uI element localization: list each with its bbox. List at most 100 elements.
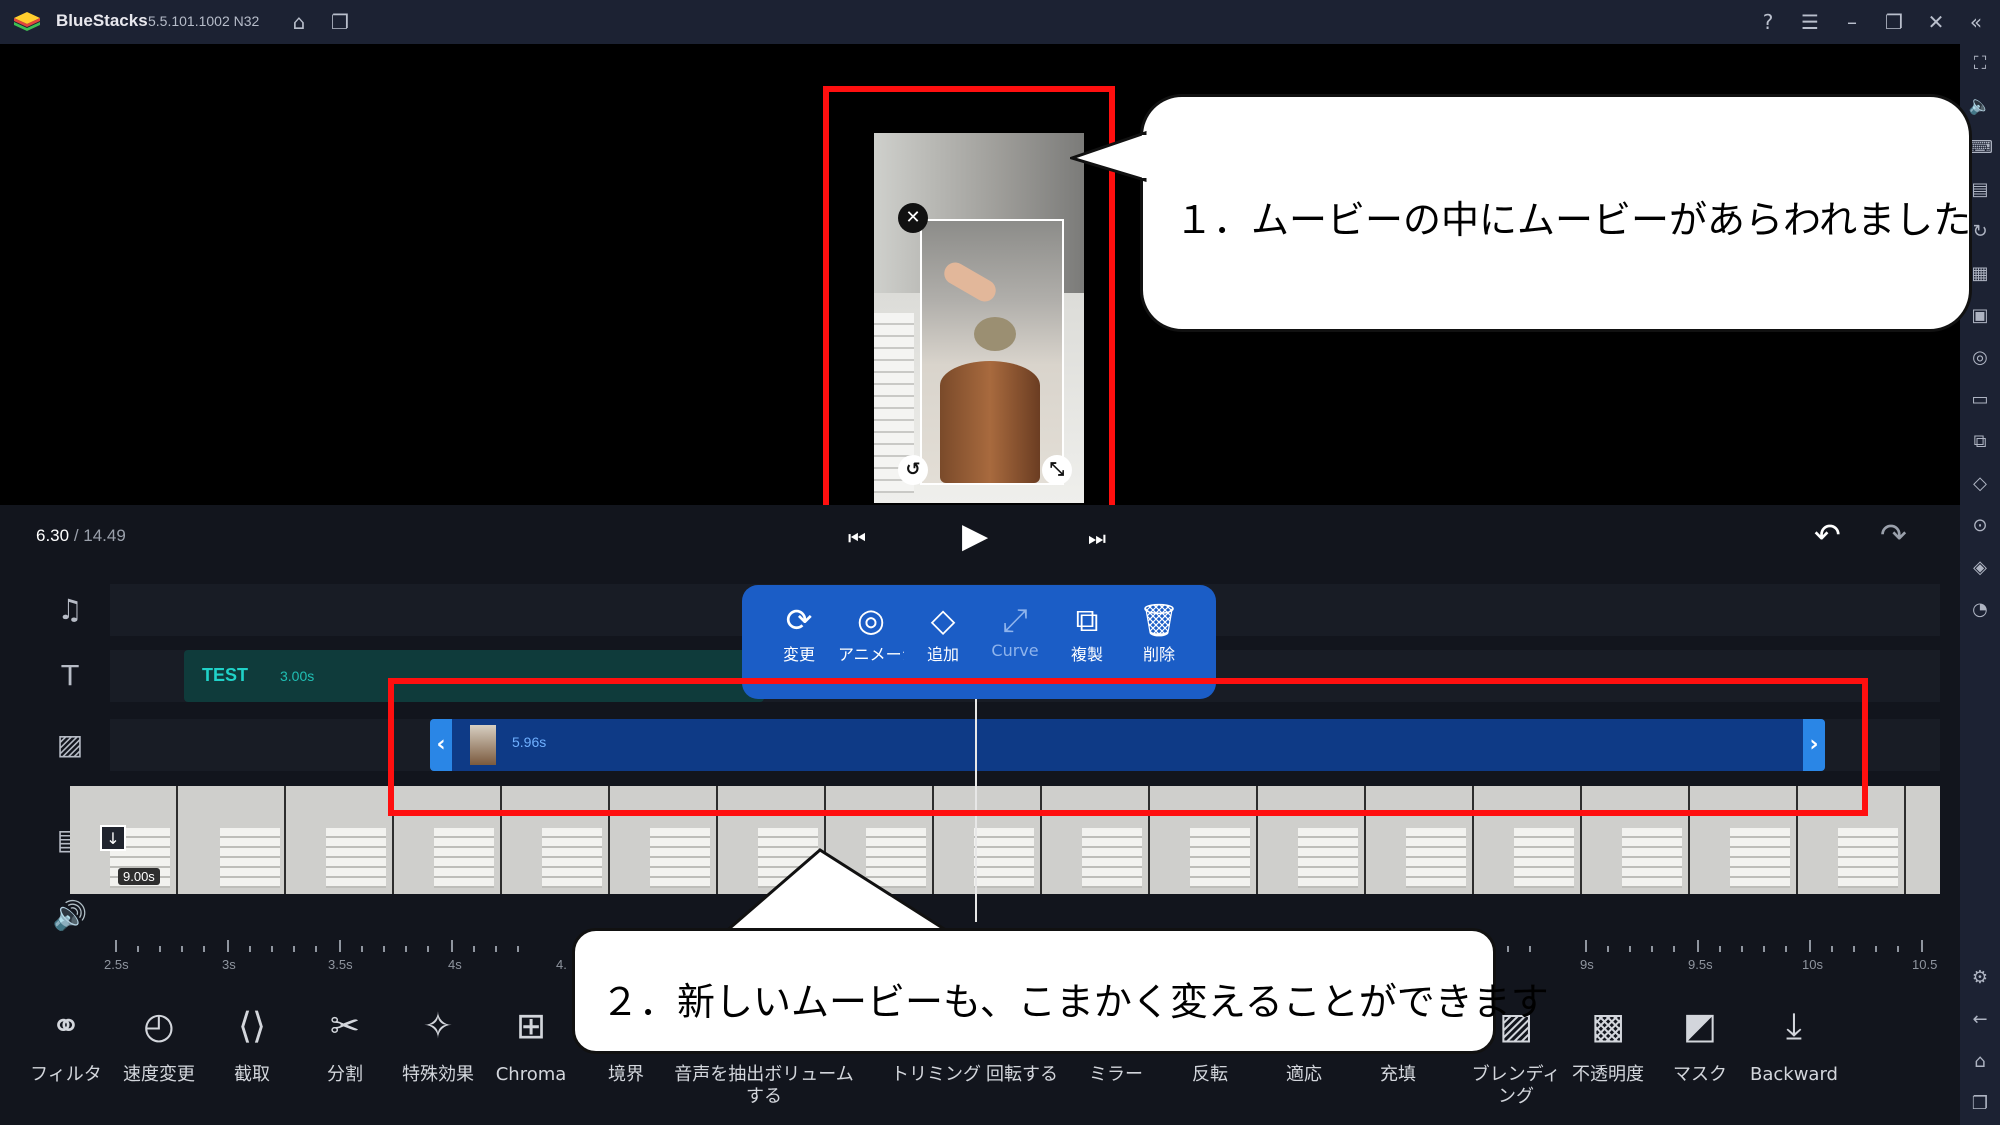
add-text-icon[interactable]: T xyxy=(50,656,90,696)
ruler-label: 4s xyxy=(448,957,462,972)
screenshot-icon[interactable]: ◎ xyxy=(1966,344,1994,372)
apk-icon[interactable]: ▣ xyxy=(1966,302,1994,330)
ruler-label: 2.5s xyxy=(104,957,129,972)
redo-icon[interactable]: ↷ xyxy=(1880,516,1907,554)
callout-bottom: ２．新しいムービーも、こまかく変えることができます xyxy=(572,928,1549,1054)
ruler-label: 3.5s xyxy=(328,957,353,972)
back-icon[interactable]: ← xyxy=(1966,1006,1994,1034)
sparkle-icon: ✧ xyxy=(422,1006,454,1047)
fill-label: 充填 xyxy=(1380,1064,1416,1085)
scissors-icon: ✂ xyxy=(329,1006,361,1047)
opacity-button[interactable]: ▩ 不透明度 xyxy=(1560,1002,1656,1086)
add-keyframe-button[interactable]: ◇ 追加 xyxy=(910,599,976,665)
split-label: 分割 xyxy=(327,1064,363,1085)
speed-label: 速度変更 xyxy=(123,1064,195,1085)
duplicate-icon: ⧉ xyxy=(1075,601,1099,639)
replace-button[interactable]: ⟳ 変更 xyxy=(766,599,832,665)
callout-bottom-text: ２．新しいムービーも、こまかく変えることができます xyxy=(601,980,1549,1024)
collapse-sidebar-icon[interactable]: « xyxy=(1962,8,1990,36)
duplicate-label: 複製 xyxy=(1070,645,1103,664)
mask-button[interactable]: ◩ マスク xyxy=(1654,1002,1746,1086)
add-keyframe-icon: ◇ xyxy=(930,601,956,639)
close-icon[interactable]: ✕ xyxy=(1922,8,1950,36)
multi-instance-icon[interactable]: ❐ xyxy=(326,8,354,36)
eraser-icon[interactable]: ◇ xyxy=(1966,470,1994,498)
add-music-icon[interactable]: ♫ xyxy=(50,590,90,630)
delete-label: 削除 xyxy=(1142,645,1175,664)
download-icon[interactable]: ↓ xyxy=(100,825,126,851)
opacity-icon: ▩ xyxy=(1590,1006,1625,1047)
curve-button[interactable]: ⤢ Curve xyxy=(982,599,1048,660)
android-home-icon[interactable]: ⌂ xyxy=(1966,1048,1994,1076)
extract-audio-label: 音声を抽出ボリューム xyxy=(674,1064,854,1085)
folder-icon[interactable]: ▭ xyxy=(1966,386,1994,414)
callout-top-pointer xyxy=(1070,130,1150,183)
border-label: 境界 xyxy=(608,1064,644,1085)
copy-icon[interactable]: ⧉ xyxy=(1966,428,1994,456)
effects-button[interactable]: ✧ 特殊効果 xyxy=(392,1002,484,1086)
trim-label: トリミング xyxy=(891,1064,981,1085)
filter-button[interactable]: ⚭ フィルタ xyxy=(20,1002,112,1086)
backward-label: Backward xyxy=(1750,1064,1838,1085)
trash-icon: 🗑 xyxy=(1138,601,1180,639)
backward-button[interactable]: ⤓ Backward xyxy=(1744,1002,1844,1086)
play-icon[interactable]: ▶ xyxy=(962,516,988,556)
effects-label: 特殊効果 xyxy=(402,1064,474,1085)
duplicate-button[interactable]: ⧉ 複製 xyxy=(1054,599,1120,665)
restore-icon[interactable]: ❐ xyxy=(1880,8,1908,36)
audio-volume-icon[interactable]: 🔊 xyxy=(50,896,90,936)
speedometer-icon: ◴ xyxy=(143,1006,175,1047)
current-time: 6.30 xyxy=(36,526,70,545)
filter-label: フィルタ xyxy=(30,1064,102,1085)
fit-label: 適応 xyxy=(1286,1064,1322,1085)
fullscreen-icon[interactable]: ⛶ xyxy=(1966,50,1994,78)
chroma-button[interactable]: ⊞ Chroma xyxy=(485,1002,577,1086)
undo-icon[interactable]: ↶ xyxy=(1814,516,1841,554)
speed-button[interactable]: ◴ 速度変更 xyxy=(113,1002,205,1086)
add-keyframe-label: 追加 xyxy=(926,645,959,664)
animation-button[interactable]: ◎ アニメーション xyxy=(838,599,904,687)
minimize-icon[interactable]: – xyxy=(1838,8,1866,36)
settings-icon[interactable]: ⚙ xyxy=(1966,964,1994,992)
mirror-label: ミラー xyxy=(1089,1064,1143,1085)
menu-icon[interactable]: ☰ xyxy=(1796,8,1824,36)
callout-top-text: １．ムービーの中にムービーがあらわれました xyxy=(1175,198,1972,242)
ruler-label: 9.5s xyxy=(1688,957,1713,972)
callout-bottom-pointer xyxy=(720,848,958,936)
opacity-label: 不透明度 xyxy=(1572,1064,1644,1085)
backward-icon: ⤓ xyxy=(1786,1006,1802,1047)
blending-label: ブレンディ xyxy=(1471,1064,1561,1085)
replace-label: 変更 xyxy=(782,645,815,664)
animation-label: アニメーション xyxy=(838,645,904,664)
crop-label: 截取 xyxy=(234,1064,270,1085)
ruler-label: 10s xyxy=(1802,957,1823,972)
highlight-box-pip-track xyxy=(388,678,1868,816)
chroma-label: Chroma xyxy=(495,1064,567,1085)
recent-apps-icon[interactable]: ❐ xyxy=(1966,1090,1994,1118)
curve-icon: ⤢ xyxy=(1002,601,1028,639)
filter-icon: ⚭ xyxy=(50,1006,82,1047)
split-button[interactable]: ✂ 分割 xyxy=(299,1002,391,1086)
ruler-label: 9s xyxy=(1580,957,1594,972)
curve-label: Curve xyxy=(991,641,1039,660)
location-icon[interactable]: ⊙ xyxy=(1966,512,1994,540)
add-image-icon[interactable]: ▨ xyxy=(50,725,90,765)
crop-button[interactable]: ⟨⟩ 截取 xyxy=(206,1002,298,1086)
animation-icon: ◎ xyxy=(857,601,885,639)
volume-icon[interactable]: 🔈 xyxy=(1966,92,1994,120)
blending-label-line2: ング xyxy=(1498,1086,1534,1107)
layers-icon[interactable]: ◈ xyxy=(1966,554,1994,582)
extract-audio-label-line2: する xyxy=(746,1086,782,1107)
delete-button[interactable]: 🗑 削除 xyxy=(1126,599,1192,665)
time-display: 6.30 / 14.49 xyxy=(36,526,126,546)
skip-start-icon[interactable]: ⏮ xyxy=(848,526,866,550)
total-time: / 14.49 xyxy=(73,526,126,545)
chroma-icon: ⊞ xyxy=(515,1006,547,1047)
skip-end-icon[interactable]: ⏭ xyxy=(1088,526,1106,550)
eco-mode-icon[interactable]: ◔ xyxy=(1966,596,1994,624)
help-icon[interactable]: ? xyxy=(1754,8,1782,36)
app-version: 5.5.101.1002 N32 xyxy=(148,13,260,29)
home-icon[interactable]: ⌂ xyxy=(285,8,313,36)
text-clip-duration: 3.00s xyxy=(280,668,315,684)
ruler-label: 3s xyxy=(222,957,236,972)
